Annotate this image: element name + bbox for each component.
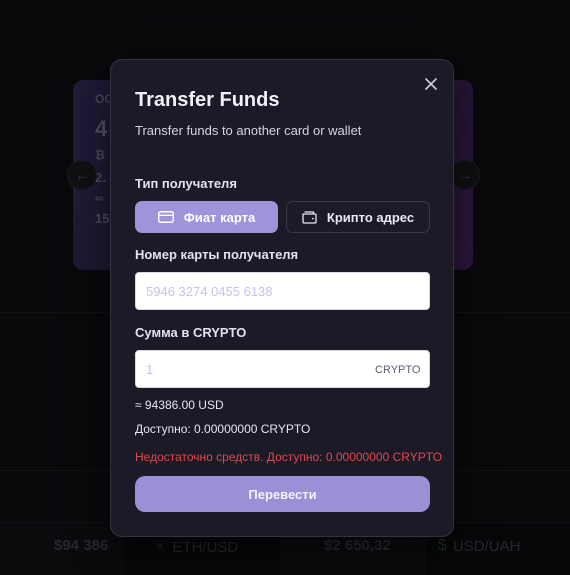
available-balance: Доступно: 0.00000000 CRYPTO [135, 422, 311, 436]
card-number-label: Номер карты получателя [135, 247, 299, 262]
transfer-submit-button[interactable]: Перевести [135, 476, 430, 512]
amount-label: Сумма в CRYPTO [135, 325, 247, 340]
card-number-input[interactable] [135, 272, 430, 310]
transfer-submit-label: Перевести [248, 486, 317, 502]
dialog-subtitle: Transfer funds to another card or wallet [135, 123, 362, 138]
dialog-title: Transfer Funds [135, 89, 280, 111]
wallet-icon [302, 210, 317, 224]
usd-equivalent: ≈ 94386.00 USD [135, 398, 224, 412]
close-button[interactable] [421, 74, 441, 94]
insufficient-funds-error: Недостаточно средств. Доступно: 0.000000… [135, 450, 443, 464]
amount-currency-suffix: CRYPTO [375, 364, 421, 376]
recipient-type-label: Тип получателя [135, 176, 237, 191]
crypto-address-option-label: Крипто адрес [326, 209, 415, 225]
fiat-card-option-button[interactable]: Фиат карта [135, 201, 278, 233]
crypto-address-option-button[interactable]: Крипто адрес [286, 201, 430, 233]
credit-card-icon [157, 211, 174, 223]
transfer-funds-dialog: Transfer Funds Transfer funds to another… [110, 59, 454, 537]
fiat-card-option-label: Фиат карта [183, 209, 256, 225]
close-icon [425, 78, 437, 90]
